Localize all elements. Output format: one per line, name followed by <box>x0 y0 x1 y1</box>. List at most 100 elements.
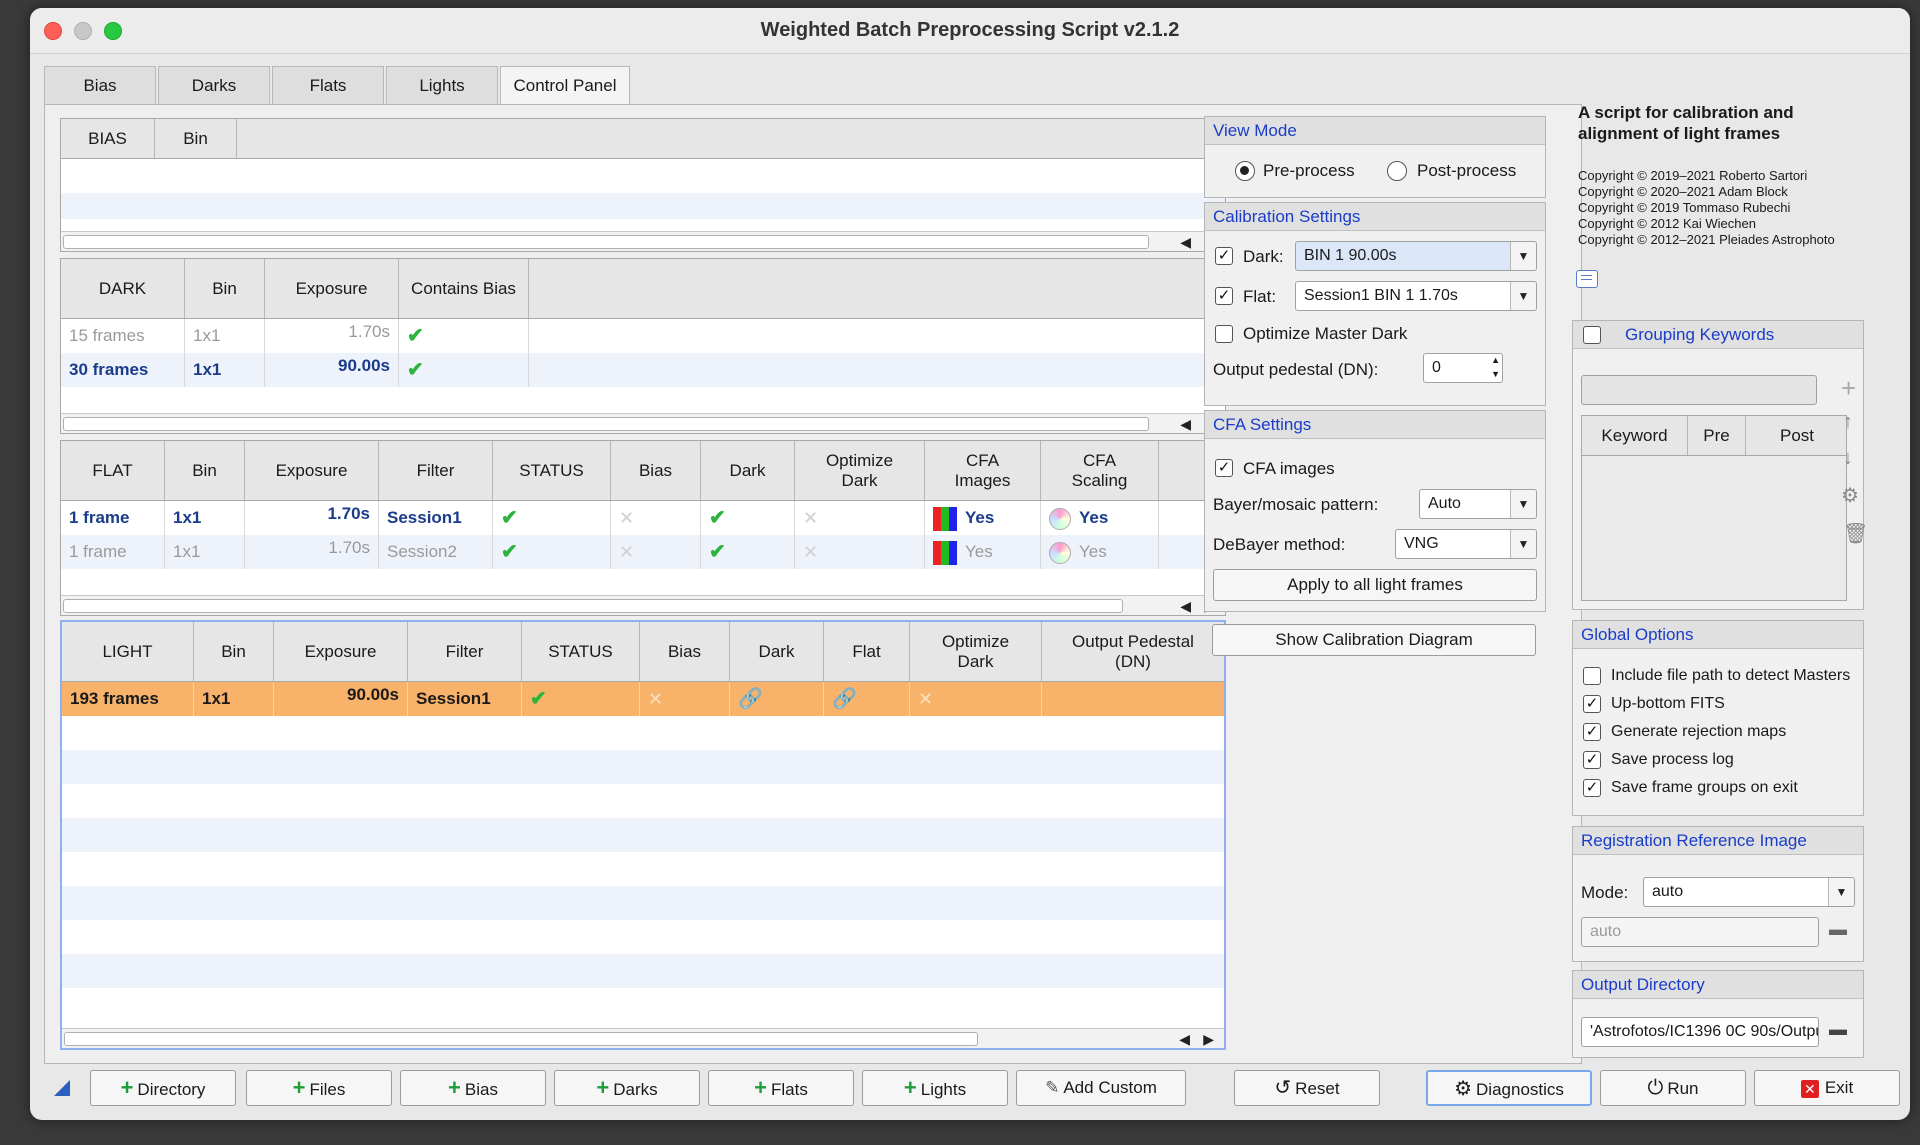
table-row[interactable]: 30 frames 1x1 90.00s ✔ <box>61 353 1225 387</box>
optimize-master-dark-checkbox[interactable] <box>1215 325 1233 343</box>
add-lights-button[interactable]: + Lights <box>862 1070 1008 1106</box>
dark-checkbox[interactable]: ✓ <box>1215 247 1233 265</box>
column-header[interactable]: Contains Bias <box>399 259 529 318</box>
tab-control-panel[interactable]: Control Panel <box>500 66 630 106</box>
output-pedestal-input[interactable]: 0 ▲ ▼ <box>1423 353 1503 383</box>
table-row[interactable]: 1 frame 1x1 1.70s Session1 ✔ ✕ ✔ ✕ Yes Y… <box>61 501 1225 535</box>
add-flats-button[interactable]: + Flats <box>708 1070 854 1106</box>
show-calibration-diagram-button[interactable]: Show Calibration Diagram <box>1212 624 1536 656</box>
pre-process-radio[interactable] <box>1235 161 1255 181</box>
generate-rejection-maps-checkbox[interactable]: ✓ <box>1583 723 1601 741</box>
save-process-log-checkbox[interactable]: ✓ <box>1583 751 1601 769</box>
registration-reference-group: Registration Reference Image Mode: auto ▼… <box>1572 826 1864 962</box>
column-header[interactable]: CFA Images <box>925 441 1041 500</box>
diagnostics-button[interactable]: ⚙ Diagnostics <box>1426 1070 1592 1106</box>
scroll-left-arrow-icon[interactable]: ◀ <box>1180 596 1191 616</box>
trash-icon[interactable]: 🗑 <box>1843 521 1868 546</box>
add-custom-button[interactable]: ✎ Add Custom <box>1016 1070 1186 1106</box>
comment-icon[interactable] <box>1576 270 1598 288</box>
column-header[interactable]: Exposure <box>274 622 408 681</box>
flat-checkbox[interactable]: ✓ <box>1215 287 1233 305</box>
column-header[interactable]: Dark <box>701 441 795 500</box>
folder-icon[interactable]: ▬ <box>1829 919 1847 940</box>
grouping-keywords-checkbox[interactable] <box>1583 326 1601 344</box>
folder-icon[interactable]: ▬ <box>1829 1019 1847 1040</box>
column-header[interactable]: BIAS <box>61 119 155 158</box>
column-header[interactable]: Bin <box>155 119 237 158</box>
column-header[interactable]: Filter <box>408 622 522 681</box>
column-header[interactable]: Dark <box>730 622 824 681</box>
debayer-method-select[interactable]: VNG ▼ <box>1395 529 1537 559</box>
gear-icon[interactable]: ⚙ <box>1841 483 1859 508</box>
add-directory-button[interactable]: + Directory <box>90 1070 236 1106</box>
include-file-path-checkbox[interactable] <box>1583 667 1601 685</box>
add-bias-button[interactable]: + Bias <box>400 1070 546 1106</box>
scrollbar-thumb[interactable] <box>64 1032 978 1046</box>
reset-button[interactable]: ↺ Reset <box>1234 1070 1380 1106</box>
column-header[interactable]: CFA Scaling <box>1041 441 1159 500</box>
tab-darks[interactable]: Darks <box>158 66 270 104</box>
bayer-pattern-select[interactable]: Auto ▼ <box>1419 489 1537 519</box>
column-header[interactable]: Keyword <box>1582 416 1688 455</box>
column-header[interactable]: Filter <box>379 441 493 500</box>
output-directory-input[interactable]: 'Astrofotos/IC1396 0C 90s/Output <box>1581 1017 1819 1047</box>
exposure-cell: 1.70s <box>245 501 379 535</box>
arrow-down-icon[interactable]: ↓ <box>1843 447 1853 470</box>
column-header[interactable]: DARK <box>61 259 185 318</box>
spinner-up-icon[interactable]: ▲ <box>1491 354 1500 367</box>
column-header[interactable]: Bias <box>640 622 730 681</box>
horizontal-scrollbar[interactable]: ◀ ▶ <box>61 413 1225 433</box>
column-header[interactable]: Optimize Dark <box>795 441 925 500</box>
scrollbar-thumb[interactable] <box>63 417 1149 431</box>
post-process-radio[interactable] <box>1387 161 1407 181</box>
add-darks-button[interactable]: + Darks <box>554 1070 700 1106</box>
column-header[interactable]: Bin <box>185 259 265 318</box>
column-header[interactable]: Post <box>1746 416 1848 455</box>
column-header[interactable]: Bin <box>194 622 274 681</box>
scrollbar-thumb[interactable] <box>63 235 1149 249</box>
up-bottom-fits-checkbox[interactable]: ✓ <box>1583 695 1601 713</box>
column-header[interactable]: Flat <box>824 622 910 681</box>
horizontal-scrollbar[interactable]: ◀ ▶ <box>62 1028 1224 1048</box>
cfa-images-checkbox[interactable]: ✓ <box>1215 459 1233 477</box>
scroll-left-arrow-icon[interactable]: ◀ <box>1180 414 1191 434</box>
spinner-down-icon[interactable]: ▼ <box>1491 368 1500 381</box>
column-header[interactable]: FLAT <box>61 441 165 500</box>
run-button[interactable]: ⏻ Run <box>1600 1070 1746 1106</box>
scroll-right-arrow-icon[interactable]: ▶ <box>1203 1029 1214 1049</box>
column-header[interactable]: Exposure <box>245 441 379 500</box>
column-header[interactable]: Bias <box>611 441 701 500</box>
column-header[interactable]: LIGHT <box>62 622 194 681</box>
flat-select[interactable]: Session1 BIN 1 1.70s ▼ <box>1295 281 1537 311</box>
tab-flats[interactable]: Flats <box>272 66 384 104</box>
table-row[interactable]: 1 frame 1x1 1.70s Session2 ✔ ✕ ✔ ✕ Yes Y… <box>61 535 1225 569</box>
frames-cell: 1 frame <box>61 535 165 569</box>
dark-select[interactable]: BIN 1 90.00s ▼ <box>1295 241 1537 271</box>
column-header[interactable]: Bin <box>165 441 245 500</box>
table-row[interactable]: 15 frames 1x1 1.70s ✔ <box>61 319 1225 353</box>
scroll-left-arrow-icon[interactable]: ◀ <box>1179 1029 1190 1049</box>
scrollbar-thumb[interactable] <box>63 599 1123 613</box>
keyword-input[interactable] <box>1581 375 1817 405</box>
add-files-button[interactable]: + Files <box>246 1070 392 1106</box>
table-row-selected[interactable]: 193 frames 1x1 90.00s Session1 ✔ ✕ 🔗 🔗 ✕ <box>62 682 1224 716</box>
horizontal-scrollbar[interactable]: ◀ ▶ <box>61 595 1225 615</box>
resize-corner-icon[interactable] <box>54 1080 70 1096</box>
save-frame-groups-checkbox[interactable]: ✓ <box>1583 779 1601 797</box>
column-header[interactable]: Exposure <box>265 259 399 318</box>
tab-bias[interactable]: Bias <box>44 66 156 104</box>
horizontal-scrollbar[interactable]: ◀ ▶ <box>61 231 1225 251</box>
column-header[interactable]: STATUS <box>522 622 640 681</box>
registration-mode-select[interactable]: auto ▼ <box>1643 877 1855 907</box>
arrow-up-icon[interactable]: ↑ <box>1843 411 1853 434</box>
column-header[interactable]: Output Pedestal (DN) <box>1042 622 1224 681</box>
column-header[interactable]: Optimize Dark <box>910 622 1042 681</box>
scroll-left-arrow-icon[interactable]: ◀ <box>1180 232 1191 252</box>
exit-button[interactable]: ✕ Exit <box>1754 1070 1900 1106</box>
add-icon[interactable]: + <box>1841 373 1856 404</box>
registration-file-input[interactable]: auto <box>1581 917 1819 947</box>
column-header[interactable]: Pre <box>1688 416 1746 455</box>
tab-lights[interactable]: Lights <box>386 66 498 104</box>
column-header[interactable]: STATUS <box>493 441 611 500</box>
apply-to-all-light-frames-button[interactable]: Apply to all light frames <box>1213 569 1537 601</box>
